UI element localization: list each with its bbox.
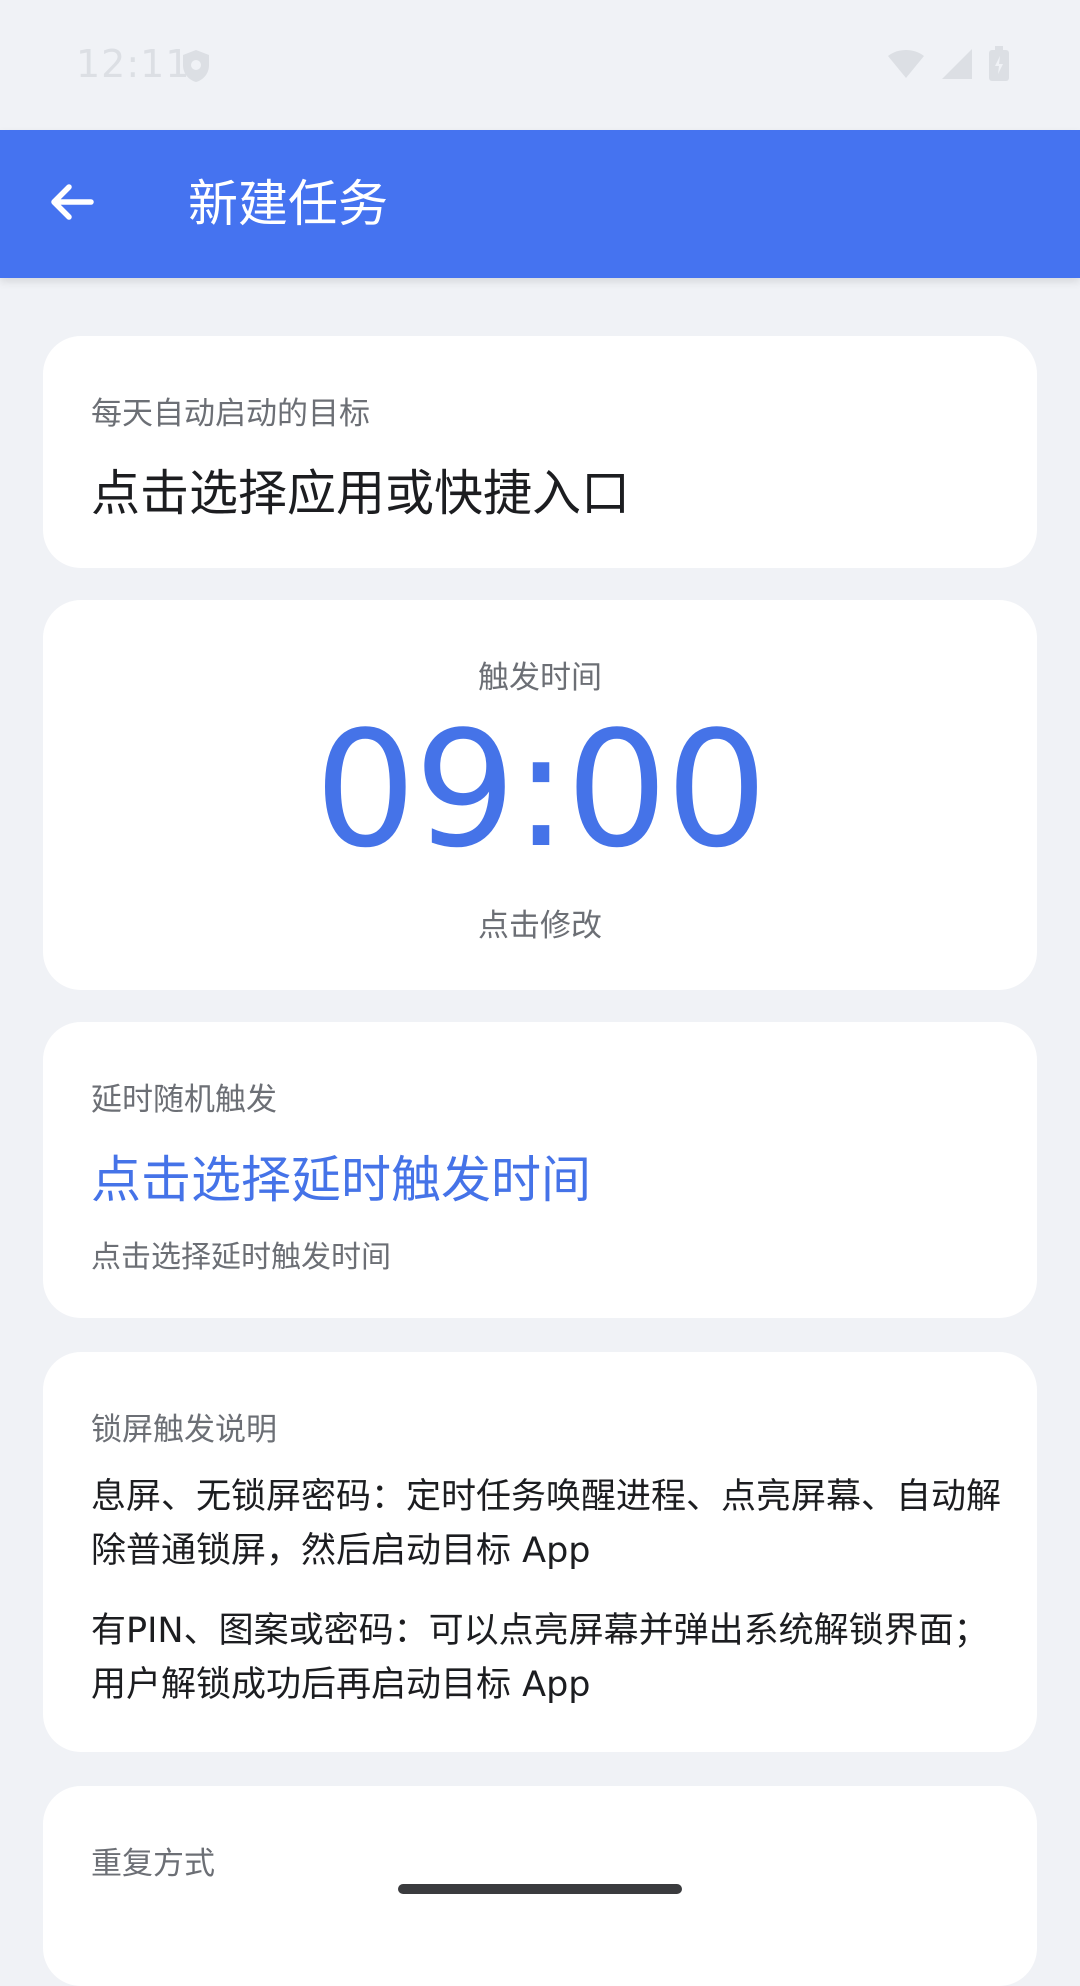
repeat-label: 重复方式: [91, 1846, 215, 1882]
delay-value: 点击选择延时触发时间: [91, 1151, 591, 1209]
signal-icon: [940, 47, 974, 85]
lockscreen-label: 锁屏触发说明: [91, 1412, 277, 1448]
back-button[interactable]: [36, 168, 108, 240]
shield-icon: [180, 48, 212, 84]
home-indicator[interactable]: [398, 1884, 682, 1894]
delay-card[interactable]: 延时随机触发 点击选择延时触发时间 点击选择延时触发时间: [43, 1022, 1037, 1318]
trigger-time-label: 触发时间: [478, 660, 602, 696]
page-title: 新建任务: [188, 175, 388, 233]
wifi-icon: [886, 48, 926, 84]
lockscreen-paragraph-1: 息屏、无锁屏密码：定时任务唤醒进程、点亮屏幕、自动解除普通锁屏，然后启动目标 A…: [91, 1477, 1002, 1571]
status-bar: 12:11: [0, 0, 1080, 130]
target-value: 点击选择应用或快捷入口: [91, 465, 631, 522]
lockscreen-paragraph-2: 有PIN、图案或密码：可以点亮屏幕并弹出系统解锁界面；用户解锁成功后再启动目标 …: [91, 1611, 989, 1705]
status-time: 12:11: [76, 42, 191, 86]
target-label: 每天自动启动的目标: [91, 396, 370, 432]
battery-icon: [988, 46, 1010, 86]
delay-hint: 点击选择延时触发时间: [91, 1240, 391, 1275]
trigger-time-card[interactable]: 触发时间 09:00 点击修改: [43, 600, 1037, 990]
delay-label: 延时随机触发: [91, 1082, 277, 1118]
lockscreen-info-card: 锁屏触发说明 息屏、无锁屏密码：定时任务唤醒进程、点亮屏幕、自动解除普通锁屏，然…: [43, 1352, 1037, 1752]
trigger-time-value: 09:00: [314, 696, 767, 883]
arrow-left-icon: [47, 177, 97, 231]
target-app-card[interactable]: 每天自动启动的目标 点击选择应用或快捷入口: [43, 336, 1037, 568]
status-icons: [886, 46, 1010, 86]
app-bar: 新建任务: [0, 130, 1080, 278]
trigger-time-hint: 点击修改: [478, 908, 602, 944]
